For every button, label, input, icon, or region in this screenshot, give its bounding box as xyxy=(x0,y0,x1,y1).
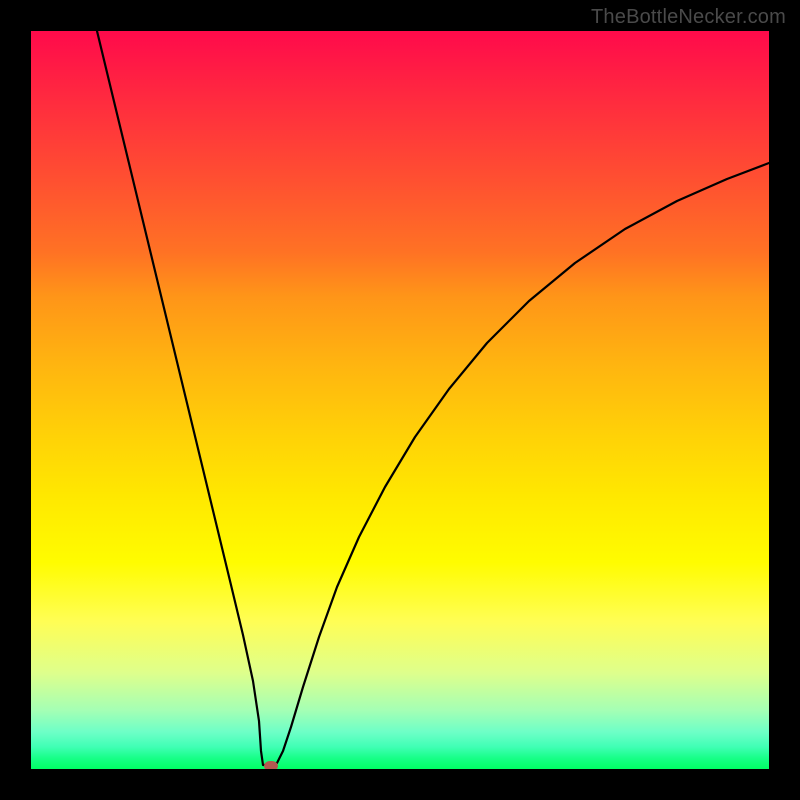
curve-svg xyxy=(31,31,769,769)
plot-area xyxy=(31,31,769,769)
watermark-text: TheBottleNecker.com xyxy=(591,6,786,29)
curve-line xyxy=(97,31,769,765)
chart-frame: TheBottleNecker.com xyxy=(0,0,800,800)
curve-marker xyxy=(264,761,278,769)
